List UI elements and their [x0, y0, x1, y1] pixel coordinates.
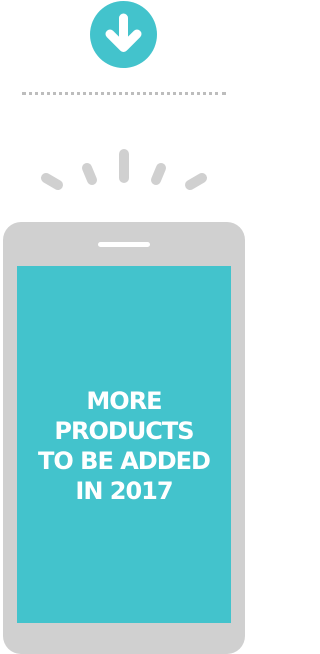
download-button[interactable]: [90, 1, 157, 68]
signal-rays-icon: [41, 149, 207, 190]
arrow-down-icon: [105, 13, 142, 52]
phone-screen: MORE PRODUCTS TO BE ADDED IN 2017: [17, 266, 231, 623]
dotted-divider: [22, 92, 226, 95]
screen-message: MORE PRODUCTS TO BE ADDED IN 2017: [38, 386, 211, 505]
phone-speaker: [98, 242, 150, 247]
phone: MORE PRODUCTS TO BE ADDED IN 2017: [3, 222, 245, 654]
